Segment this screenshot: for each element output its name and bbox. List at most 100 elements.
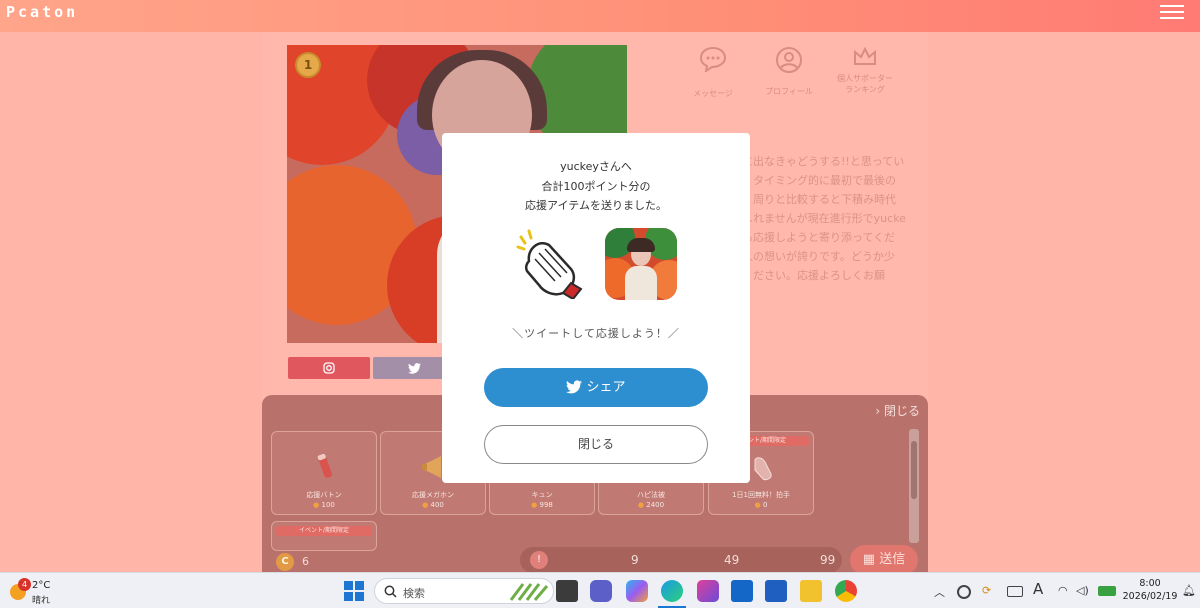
supporter-ranking-nav[interactable]: 個人サポーター ランキング	[830, 46, 900, 95]
task-view-icon[interactable]	[556, 580, 578, 602]
message-nav-label: メッセージ	[693, 89, 733, 98]
modal-line-1: yuckeyさんへ	[560, 160, 632, 173]
bio-line: 。周りと比較すると下積み時代	[742, 193, 896, 206]
copilot-icon[interactable]	[626, 580, 648, 602]
instagram-icon	[323, 362, 335, 374]
gift-panel-close[interactable]: › 閉じる	[875, 402, 920, 419]
clock-date: 2026/02/19	[1122, 591, 1178, 602]
gift-item-name: 1日1回無料！拍手	[732, 491, 790, 499]
m365-icon[interactable]	[697, 580, 719, 602]
gift-item-name: 応援バトン	[306, 491, 342, 499]
gift-item-cost-value: 400	[430, 501, 444, 509]
keyboard-icon[interactable]	[1007, 586, 1023, 597]
weather-temperature: 2°C	[32, 580, 51, 591]
wifi-icon[interactable]: ◠	[1058, 584, 1068, 597]
gift-item-cost-value: 0	[762, 501, 768, 509]
send-button[interactable]: ▦ 送信	[850, 545, 918, 575]
outlook-icon[interactable]	[731, 580, 753, 602]
limited-tag: イベント/期間限定	[276, 526, 372, 536]
bamboo-leaves-icon	[509, 583, 549, 601]
edge-browser-icon[interactable]	[661, 580, 683, 602]
app-header: Pcaton	[0, 0, 1200, 32]
onedrive-icon[interactable]	[957, 585, 971, 599]
gift-panel-close-label: 閉じる	[883, 404, 920, 418]
gift-scrollbar-thumb[interactable]	[911, 441, 917, 499]
search-placeholder: 検索	[403, 587, 425, 600]
bio-line: に出なきゃどうする!!と思ってい	[742, 155, 905, 168]
profile-nav[interactable]: プロフィール	[754, 46, 824, 96]
ime-indicator[interactable]: A	[1033, 580, 1043, 598]
message-nav[interactable]: メッセージ	[678, 46, 748, 98]
microsoft-store-icon[interactable]	[765, 580, 787, 602]
baton-icon	[317, 453, 333, 478]
battery-icon[interactable]	[1098, 586, 1116, 596]
teams-icon[interactable]	[590, 580, 612, 602]
bio-line: 人の想いが誇りです。どうか少	[742, 250, 895, 263]
ranking-nav-label-2: ランキング	[845, 85, 885, 94]
chevron-up-icon[interactable]: ︿	[934, 584, 945, 600]
sync-icon[interactable]: ⟳	[982, 584, 991, 597]
coin-balance-value: 6	[302, 555, 309, 568]
speech-bubble-icon	[699, 46, 727, 72]
gift-box-icon: ▦	[862, 552, 876, 567]
twitter-button[interactable]	[373, 357, 443, 379]
exclamation-icon: !	[530, 551, 548, 569]
supported-user-thumbnail	[605, 228, 677, 300]
modal-message: yuckeyさんへ 合計100ポイント分の 応援アイテムを送りました。	[442, 157, 750, 216]
windows-taskbar: 4 2°C 晴れ 検索 ︿ ⟳ A ◠ ◁) 8:00 2026/02/19 🔔…	[0, 572, 1200, 608]
gift-sent-modal: yuckeyさんへ 合計100ポイント分の 応援アイテムを送りました。 ＼ツイー…	[442, 133, 750, 483]
gift-item-cost: ● 998	[531, 501, 553, 509]
gift-item-cost-value: 2400	[646, 501, 665, 509]
send-button-label: 送信	[879, 552, 906, 567]
search-icon	[384, 585, 397, 598]
quantity-selector[interactable]: ! 9 49 99	[520, 547, 842, 573]
bio-line: 。タイミング的に最初で最後の	[742, 174, 896, 187]
share-button-label: シェア	[586, 380, 626, 395]
weather-widget[interactable]: 4 2°C 晴れ	[8, 577, 68, 606]
modal-close-button[interactable]: 閉じる	[484, 425, 708, 464]
chrome-icon[interactable]	[835, 580, 857, 602]
bio-line: ください。応援よろしくお願	[742, 269, 885, 282]
hamburger-menu-icon[interactable]	[1160, 5, 1184, 21]
notification-badge: 4	[18, 578, 31, 591]
gift-item-cost: ● 0	[754, 501, 768, 509]
twitter-bird-icon	[566, 380, 583, 394]
gift-item-name: キュン	[531, 491, 553, 499]
clapping-hands-icon	[754, 457, 772, 481]
gift-item[interactable]: イベント/期間限定	[271, 521, 377, 551]
taskbar-search[interactable]: 検索	[374, 578, 554, 604]
rank-medal-icon: 1	[295, 52, 321, 78]
profile-bio: に出なきゃどうする!!と思ってい 。タイミング的に最初で最後の 。周りと比較する…	[742, 152, 920, 285]
weather-condition: 晴れ	[32, 596, 51, 606]
quantity-option[interactable]: 49	[724, 553, 739, 567]
file-explorer-icon[interactable]	[800, 580, 822, 602]
quantity-option[interactable]: 9	[631, 553, 639, 567]
quantity-option[interactable]: 99	[820, 553, 835, 567]
gift-item[interactable]: 応援バトン ● 100	[271, 431, 377, 515]
crown-icon	[854, 46, 876, 65]
gift-item-name: 応援メガホン	[412, 491, 454, 499]
modal-line-2: 合計100ポイント分の	[541, 179, 651, 193]
share-button[interactable]: シェア	[484, 368, 708, 407]
coin-icon: C	[276, 553, 294, 571]
clock-time: 8:00	[1139, 578, 1161, 589]
gift-item-cost: ● 400	[422, 501, 444, 509]
twitter-bird-icon	[408, 363, 421, 374]
gift-item-name: ハピ法被	[637, 491, 665, 499]
gift-item-cost-value: 998	[539, 501, 553, 509]
modal-line-3: 応援アイテムを送りました。	[525, 199, 667, 212]
gift-item-cost: ● 100	[313, 501, 335, 509]
speaker-icon[interactable]: ◁)	[1076, 584, 1089, 597]
clapping-hands-icon	[516, 229, 583, 299]
instagram-button[interactable]	[288, 357, 370, 379]
windows-start-icon[interactable]	[344, 581, 364, 601]
tweet-prompt: ＼ツイートして応援しよう！／	[512, 327, 680, 340]
notification-bell-icon[interactable]: 🔔︎	[1182, 584, 1196, 597]
app-logo[interactable]: Pcaton	[6, 3, 78, 21]
gift-item-cost: ● 2400	[637, 501, 665, 509]
gift-item-cost-value: 100	[321, 501, 335, 509]
coin-balance: C6	[276, 553, 309, 571]
system-clock[interactable]: 8:00 2026/02/19	[1120, 577, 1180, 603]
bio-line: も応援しようと寄り添ってくだ	[742, 231, 896, 244]
user-icon	[776, 47, 802, 73]
